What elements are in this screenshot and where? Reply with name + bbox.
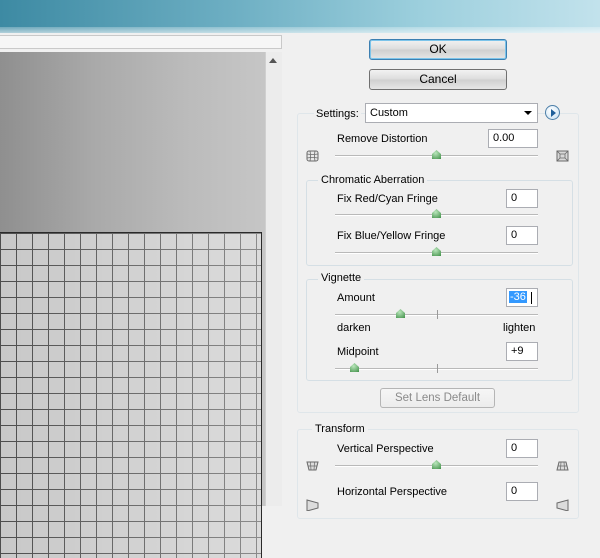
remove-distortion-slider-thumb[interactable] (432, 150, 441, 159)
vertical-perspective-field[interactable]: 0 (506, 439, 538, 458)
fix-red-cyan-slider-thumb[interactable] (432, 209, 441, 218)
vignette-midpoint-center-tick (437, 364, 438, 373)
settings-dropdown-value: Custom (370, 107, 408, 119)
fix-blue-yellow-field[interactable]: 0 (506, 226, 538, 245)
ok-button[interactable]: OK (369, 39, 507, 60)
perspective-right-icon (556, 499, 569, 511)
lighten-label: lighten (503, 322, 536, 334)
horizontal-perspective-label: Horizontal Perspective (337, 486, 448, 498)
perspective-narrow-icon (306, 461, 319, 471)
remove-distortion-field[interactable]: 0.00 (488, 129, 538, 148)
settings-label: Settings: (314, 108, 361, 121)
chromatic-aberration-title: Chromatic Aberration (318, 174, 428, 186)
preview-vertical-scrollbar[interactable] (265, 52, 282, 506)
vignette-title: Vignette (318, 272, 365, 284)
chevron-down-icon (524, 111, 532, 115)
perspective-left-icon (306, 499, 319, 511)
text-cursor-icon (531, 292, 532, 304)
transform-title: Transform (312, 423, 368, 435)
horizontal-perspective-field[interactable]: 0 (506, 482, 538, 501)
vignette-amount-field[interactable]: -36 (506, 288, 538, 307)
set-lens-default-button[interactable]: Set Lens Default (380, 388, 495, 408)
fix-red-cyan-label: Fix Red/Cyan Fringe (337, 193, 438, 205)
fix-blue-yellow-label: Fix Blue/Yellow Fringe (337, 230, 446, 242)
perspective-wide-icon (556, 461, 569, 471)
window-title-bar (0, 0, 600, 33)
vignette-midpoint-label: Midpoint (337, 346, 379, 358)
scroll-up-icon[interactable] (269, 58, 277, 63)
preview-toolbar (0, 35, 282, 49)
settings-dropdown[interactable]: Custom (365, 103, 538, 123)
darken-label: darken (337, 322, 371, 334)
flyout-menu-icon[interactable] (545, 105, 560, 120)
pincushion-grid-icon (306, 150, 319, 162)
vertical-perspective-slider-thumb[interactable] (432, 460, 441, 469)
barrel-grid-icon (556, 150, 569, 162)
vignette-midpoint-slider-thumb[interactable] (350, 363, 359, 372)
vignette-amount-slider-thumb[interactable] (396, 309, 405, 318)
vignette-amount-center-tick (437, 310, 438, 319)
vignette-midpoint-field[interactable]: +9 (506, 342, 538, 361)
image-preview[interactable] (0, 52, 265, 558)
remove-distortion-label: Remove Distortion (337, 133, 428, 145)
cancel-button[interactable]: Cancel (369, 69, 507, 90)
preview-grid-overlay (0, 232, 262, 558)
vignette-amount-value: -36 (509, 291, 527, 303)
vignette-amount-label: Amount (337, 292, 375, 304)
fix-blue-yellow-slider-thumb[interactable] (432, 247, 441, 256)
fix-red-cyan-field[interactable]: 0 (506, 189, 538, 208)
vertical-perspective-label: Vertical Perspective (337, 443, 434, 455)
